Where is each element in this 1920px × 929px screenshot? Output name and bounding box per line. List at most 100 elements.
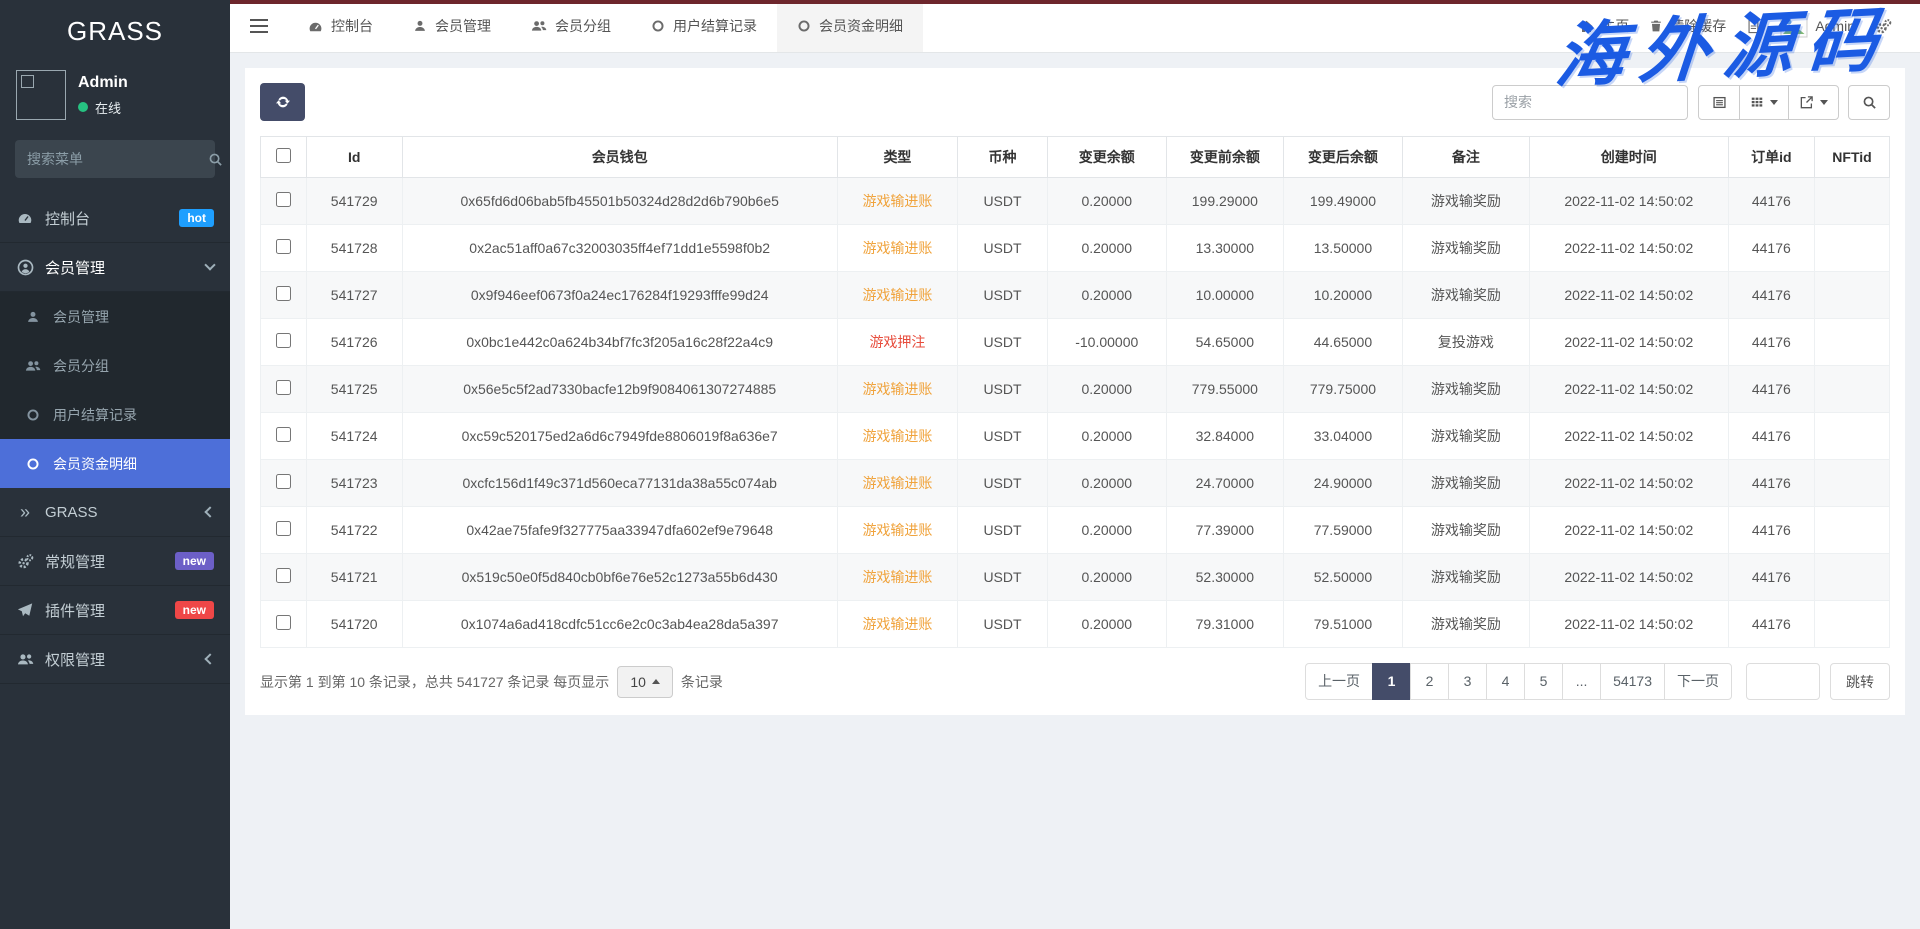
table-row: 5417290x65fd6d06bab5fb45501b50324d28d2d6…: [261, 178, 1890, 225]
admin-menu[interactable]: Admin: [1780, 14, 1855, 38]
cell-before: 54.65000: [1166, 319, 1283, 366]
cell-change: 0.20000: [1047, 413, 1166, 460]
cell-remark: 游戏输奖励: [1402, 601, 1529, 648]
cell-nft-id: [1815, 319, 1890, 366]
sidebar-item-grass[interactable]: GRASS: [0, 488, 230, 537]
page-prev-button[interactable]: 上一页: [1305, 663, 1373, 700]
cell-change: 0.20000: [1047, 601, 1166, 648]
page-number-button[interactable]: 54173: [1600, 663, 1665, 700]
cell-type: 游戏输进账: [837, 366, 958, 413]
row-checkbox[interactable]: [276, 239, 291, 254]
cell-type: 游戏输进账: [837, 178, 958, 225]
row-checkbox[interactable]: [276, 615, 291, 630]
tab-settlement-records[interactable]: 用户结算记录: [631, 0, 777, 52]
row-select-cell: [261, 225, 307, 272]
cell-wallet: 0xcfc156d1f49c371d560eca77131da38a55c074…: [402, 460, 837, 507]
cell-created: 2022-11-02 14:50:02: [1529, 460, 1728, 507]
home-link[interactable]: 主页: [1579, 16, 1629, 36]
page-number-button[interactable]: 4: [1486, 663, 1525, 700]
cell-id: 541725: [306, 366, 402, 413]
detail-view-button[interactable]: [1698, 85, 1740, 120]
tab-member-group[interactable]: 会员分组: [511, 0, 631, 52]
cell-created: 2022-11-02 14:50:02: [1529, 272, 1728, 319]
cell-before: 79.31000: [1166, 601, 1283, 648]
row-checkbox[interactable]: [276, 474, 291, 489]
refresh-button[interactable]: [260, 83, 305, 121]
cell-change: 0.20000: [1047, 272, 1166, 319]
circle-icon: [24, 408, 42, 422]
cell-before: 32.84000: [1166, 413, 1283, 460]
sidebar-item-plugin-management[interactable]: 插件管理 new: [0, 586, 230, 635]
row-checkbox[interactable]: [276, 192, 291, 207]
cell-change: -10.00000: [1047, 319, 1166, 366]
tab-member-funds[interactable]: 会员资金明细: [777, 0, 923, 52]
page-size-dropdown[interactable]: 10: [617, 666, 673, 698]
records-summary: 显示第 1 到第 10 条记录，总共 541727 条记录 每页显示 10 条记…: [260, 666, 723, 698]
sidebar-item-dashboard[interactable]: 控制台 hot: [0, 194, 230, 243]
page-number-button[interactable]: 5: [1524, 663, 1563, 700]
gear-icon[interactable]: [1875, 18, 1892, 35]
doc-link[interactable]: [1746, 18, 1760, 34]
cell-order-id: 44176: [1728, 413, 1814, 460]
circle-icon: [797, 19, 811, 33]
cell-id: 541729: [306, 178, 402, 225]
sidebar-item-permission-management[interactable]: 权限管理: [0, 635, 230, 684]
user-name: Admin: [78, 74, 128, 92]
table-search-input[interactable]: [1492, 85, 1688, 120]
jump-button[interactable]: 跳转: [1830, 663, 1890, 700]
page-number-button[interactable]: 3: [1448, 663, 1487, 700]
table-header-row: Id 会员钱包 类型 币种 变更余额 变更前余额 变更后余额 备注 创建时间 订…: [261, 137, 1890, 178]
row-checkbox[interactable]: [276, 427, 291, 442]
cell-currency: USDT: [958, 272, 1048, 319]
cell-order-id: 44176: [1728, 225, 1814, 272]
row-checkbox[interactable]: [276, 568, 291, 583]
cell-change: 0.20000: [1047, 460, 1166, 507]
columns-grid-icon: [1750, 95, 1764, 109]
brand-logo: GRASS: [0, 0, 230, 62]
sidebar-item-member-management[interactable]: 会员管理: [0, 243, 230, 292]
page-size-value: 10: [630, 674, 646, 690]
cell-remark: 游戏输奖励: [1402, 460, 1529, 507]
menu-search-input[interactable]: [27, 151, 208, 167]
table-row: 5417240xc59c520175ed2a6d6c7949fde8806019…: [261, 413, 1890, 460]
row-checkbox[interactable]: [276, 380, 291, 395]
tab-dashboard[interactable]: 控制台: [288, 0, 393, 52]
search-button[interactable]: [1848, 85, 1890, 120]
sidebar-item-settlement-records[interactable]: 用户结算记录: [0, 390, 230, 439]
cell-remark: 游戏输奖励: [1402, 507, 1529, 554]
export-button[interactable]: [1788, 85, 1839, 120]
row-checkbox[interactable]: [276, 286, 291, 301]
jump-page-input[interactable]: [1746, 663, 1820, 700]
sidebar-item-general-management[interactable]: 常规管理 new: [0, 537, 230, 586]
sidebar-item-member-list[interactable]: 会员管理: [0, 292, 230, 341]
page-ellipsis[interactable]: ...: [1562, 663, 1601, 700]
row-checkbox[interactable]: [276, 333, 291, 348]
tab-member-management[interactable]: 会员管理: [393, 0, 511, 52]
sidebar-item-member-funds[interactable]: 会员资金明细: [0, 439, 230, 488]
cell-nft-id: [1815, 225, 1890, 272]
clear-cache-link[interactable]: 清除缓存: [1649, 16, 1726, 36]
sidebar: GRASS Admin 在线 控制台 hot 会员管理: [0, 0, 230, 929]
user-avatar: [16, 70, 66, 120]
circle-icon: [651, 19, 665, 33]
paper-plane-icon: [16, 602, 34, 618]
page-number-button[interactable]: 2: [1410, 663, 1449, 700]
page-number-button[interactable]: 1: [1372, 663, 1411, 700]
columns-button[interactable]: [1739, 85, 1789, 120]
summary-suffix: 条记录: [681, 672, 723, 692]
sidebar-toggle-button[interactable]: [230, 0, 288, 52]
row-checkbox[interactable]: [276, 521, 291, 536]
sidebar-item-member-group[interactable]: 会员分组: [0, 341, 230, 390]
cell-order-id: 44176: [1728, 601, 1814, 648]
page-next-button[interactable]: 下一页: [1664, 663, 1732, 700]
cell-created: 2022-11-02 14:50:02: [1529, 366, 1728, 413]
select-all-checkbox[interactable]: [276, 148, 291, 163]
sidebar-item-label: 用户结算记录: [53, 405, 137, 425]
cell-created: 2022-11-02 14:50:02: [1529, 178, 1728, 225]
cell-wallet: 0x65fd6d06bab5fb45501b50324d28d2d6b790b6…: [402, 178, 837, 225]
column-header-nft-id: NFTid: [1815, 137, 1890, 178]
cell-nft-id: [1815, 601, 1890, 648]
cell-order-id: 44176: [1728, 554, 1814, 601]
menu-search[interactable]: [15, 140, 215, 178]
cell-remark: 复投游戏: [1402, 319, 1529, 366]
